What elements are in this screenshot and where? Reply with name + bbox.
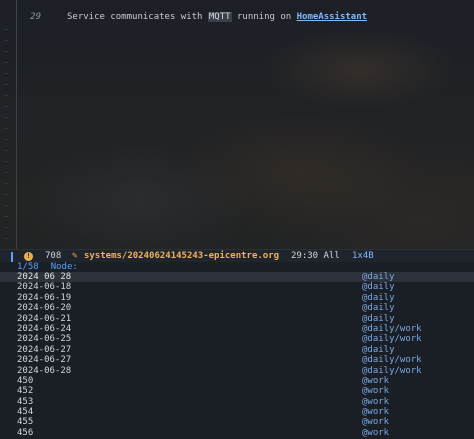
list-item-tag: @daily/work [362, 334, 422, 345]
list-item[interactable]: 2024-06-27 @daily [0, 345, 474, 355]
warning-badge-icon: ! [24, 252, 33, 261]
completion-prompt: 1/58 Node: [17, 262, 78, 272]
list-item-tag: @daily/work [362, 365, 422, 376]
list-item[interactable]: 450 @work [0, 376, 474, 386]
list-item-title: 454 [17, 407, 34, 418]
text-middle: running on [231, 12, 297, 22]
list-item-tag: @work [362, 407, 390, 418]
list-item-title: 455 [17, 417, 34, 428]
list-item-title: 450 [17, 375, 34, 386]
editor-pane[interactable]: ~ ~ ~ ~ ~ ~ ~ ~ ~ ~ ~ ~ ~ ~ ~ ~ ~ ~ ~ ~ 29 Service commun… [0, 0, 474, 249]
line-number: 29 [30, 12, 41, 22]
list-item[interactable]: 2024 06 28 @daily [0, 272, 474, 283]
list-item-tag: @work [362, 427, 390, 438]
list-item-title: 2024-06-20 [17, 303, 72, 314]
list-item-tag: @work [362, 375, 390, 386]
list-item-title: 2024-06-27 [17, 355, 72, 366]
list-item-tag: @work [362, 417, 390, 428]
list-item[interactable]: 2024-06-20 @daily [0, 303, 474, 313]
list-item[interactable]: 2024-06-24 @daily/work [0, 324, 474, 334]
fringe-markers: ~ ~ ~ ~ ~ ~ ~ ~ ~ ~ ~ ~ ~ ~ ~ ~ ~ ~ ~ ~ [4, 25, 9, 243]
list-item-title: 2024-06-21 [17, 313, 72, 324]
list-item-title: 2024 06 28 [17, 272, 72, 282]
match-counter: 1/58 [17, 262, 39, 272]
list-item[interactable]: 2024-06-18 @daily [0, 282, 474, 292]
list-item-title: 2024-06-18 [17, 282, 72, 293]
list-item[interactable]: 453 @work [0, 397, 474, 407]
list-item[interactable]: 2024-06-27 @daily/work [0, 355, 474, 365]
list-item-title: 2024-06-27 [17, 344, 72, 355]
list-item[interactable]: 2024-06-21 @daily [0, 314, 474, 324]
list-item-title: 453 [17, 396, 34, 407]
list-item[interactable]: 452 @work [0, 386, 474, 396]
list-item[interactable]: 456 @work [0, 428, 474, 438]
mqtt-text: MQTT [207, 12, 232, 22]
minibuffer-completion: 1/58 Node: 2024 06 28 @daily 2024-06-18 @dai… [0, 262, 474, 439]
list-item[interactable]: 2024-06-25 @daily/work [0, 334, 474, 344]
list-item-tag: @work [362, 396, 390, 407]
list-item[interactable]: 455 @work [0, 417, 474, 427]
active-window-indicator [11, 252, 13, 262]
list-item-title: 452 [17, 386, 34, 397]
completion-list: 2024 06 28 @daily 2024-06-18 @daily 2024-06-… [0, 272, 474, 438]
list-item-tag: @daily [362, 272, 395, 282]
list-item-title: 2024-06-28 [17, 365, 72, 376]
list-item-title: 2024-06-24 [17, 323, 72, 334]
list-item-tag: @daily [362, 292, 395, 303]
list-item[interactable]: 454 @work [0, 407, 474, 417]
list-item[interactable]: 2024-06-19 @daily [0, 293, 474, 303]
list-item-tag: @daily [362, 344, 395, 355]
list-item-tag: @work [362, 386, 390, 397]
emacs-window: ~ ~ ~ ~ ~ ~ ~ ~ ~ ~ ~ ~ ~ ~ ~ ~ ~ ~ ~ ~ 29 Service commun… [0, 0, 474, 439]
list-item-tag: @daily/work [362, 355, 422, 366]
editor-line: 29 Service communicates with MQTT running… [0, 10, 367, 24]
homeassistant-link[interactable]: HomeAssistant [297, 12, 367, 22]
gutter-divider [16, 0, 17, 249]
line-text: Service communicates with MQTT running o… [67, 12, 367, 22]
list-item-title: 456 [17, 427, 34, 438]
list-item-title: 2024-06-25 [17, 334, 72, 345]
mode-line: ! 708 ✎ systems/20240624145243-epicentre… [0, 249, 474, 263]
text-before: Service communicates with [67, 12, 208, 22]
prompt-label[interactable]: Node: [51, 262, 78, 272]
list-item[interactable]: 2024-06-28 @daily/work [0, 366, 474, 376]
list-item-tag: @daily [362, 282, 395, 293]
list-item-tag: @daily [362, 303, 395, 314]
list-item-tag: @daily/work [362, 323, 422, 334]
list-item-tag: @daily [362, 313, 395, 324]
list-item-title: 2024-06-19 [17, 292, 72, 303]
